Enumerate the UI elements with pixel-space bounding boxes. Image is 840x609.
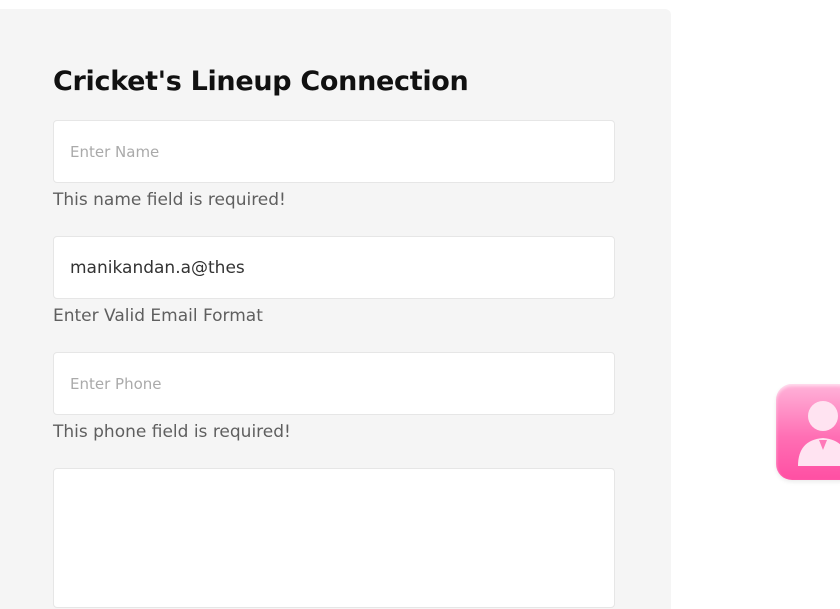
- phone-input[interactable]: [53, 352, 615, 415]
- name-error-message: This name field is required!: [53, 190, 286, 210]
- form-title: Cricket's Lineup Connection: [53, 66, 469, 97]
- chat-support-widget-button[interactable]: [776, 384, 840, 480]
- email-input[interactable]: [53, 236, 615, 299]
- user-support-icon: [798, 401, 840, 466]
- phone-error-message: This phone field is required!: [53, 422, 291, 442]
- name-input[interactable]: [53, 120, 615, 183]
- email-error-message: Enter Valid Email Format: [53, 306, 263, 326]
- message-textarea[interactable]: [53, 468, 615, 608]
